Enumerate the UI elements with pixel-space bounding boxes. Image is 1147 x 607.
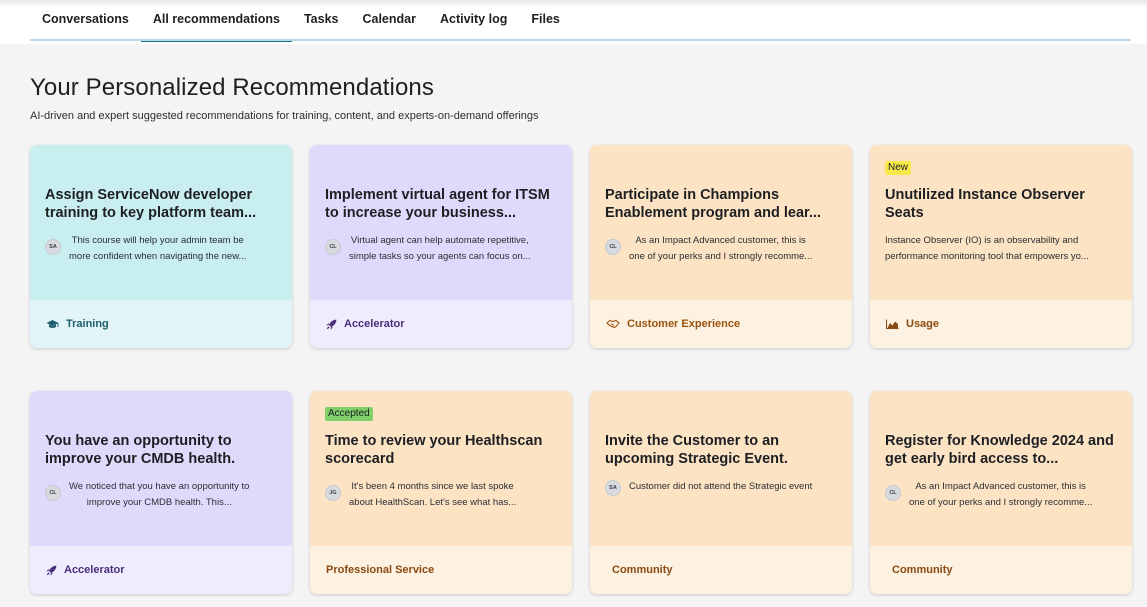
card-category-label: Accelerator xyxy=(64,564,125,576)
tab-all-recommendations[interactable]: All recommendations xyxy=(140,0,293,42)
card-content: Participate in Champions Enablement prog… xyxy=(590,145,852,300)
tab-bar: Conversations All recommendations Tasks … xyxy=(30,0,572,42)
tab-tasks[interactable]: Tasks xyxy=(292,0,351,42)
card-body: Instance Observer (IO) is an observabili… xyxy=(885,233,1123,265)
graduation-cap-icon xyxy=(46,319,59,330)
tab-files[interactable]: Files xyxy=(519,0,572,42)
tabs-divider xyxy=(30,39,1131,41)
recommendation-card[interactable]: Assign ServiceNow developer training to … xyxy=(30,145,292,348)
rocket-icon xyxy=(326,319,337,330)
card-title: Participate in Champions Enablement prog… xyxy=(605,187,821,221)
card-description: As an Impact Advanced customer, this is … xyxy=(909,481,1093,508)
card-title: Time to review your Healthscan scorecard xyxy=(325,433,543,467)
card-category: Community xyxy=(870,546,1132,594)
recommendation-card[interactable]: New Unutilized Instance Observer Seats I… xyxy=(870,145,1132,348)
card-content: You have an opportunity to improve your … xyxy=(30,391,292,546)
card-body: JG It's been 4 months since we last spok… xyxy=(325,479,563,511)
recommendation-card[interactable]: Invite the Customer to an upcoming Strat… xyxy=(590,391,852,594)
card-category: Usage xyxy=(870,300,1132,348)
card-body: SA This course will help your admin team… xyxy=(45,233,283,265)
recommendation-card[interactable]: You have an opportunity to improve your … xyxy=(30,391,292,594)
avatar: CL xyxy=(325,239,341,255)
card-title: Invite the Customer to an upcoming Strat… xyxy=(605,433,788,467)
card-title: You have an opportunity to improve your … xyxy=(45,433,236,467)
avatar: CL xyxy=(885,485,901,501)
card-title: Register for Knowledge 2024 and get earl… xyxy=(885,433,1114,467)
rocket-icon xyxy=(46,565,57,576)
card-content: Accepted Time to review your Healthscan … xyxy=(310,391,572,546)
card-category: Customer Experience xyxy=(590,300,852,348)
avatar: SA xyxy=(45,239,61,255)
card-body: SA Customer did not attend the Strategic… xyxy=(605,479,843,496)
card-category: Community xyxy=(590,546,852,594)
page-title: Your Personalized Recommendations xyxy=(30,74,434,101)
card-content: New Unutilized Instance Observer Seats I… xyxy=(870,145,1132,300)
recommendation-card[interactable]: Accepted Time to review your Healthscan … xyxy=(310,391,572,594)
card-category: Accelerator xyxy=(310,300,572,348)
card-description: Virtual agent can help automate repetiti… xyxy=(349,235,531,262)
card-category: Accelerator xyxy=(30,546,292,594)
avatar: JG xyxy=(325,485,341,501)
status-badge-new: New xyxy=(885,161,912,175)
card-category: Professional Service xyxy=(310,546,572,594)
recommendation-card[interactable]: Implement virtual agent for ITSM to incr… xyxy=(310,145,572,348)
card-content: Invite the Customer to an upcoming Strat… xyxy=(590,391,852,546)
avatar: CL xyxy=(45,485,61,501)
card-content: Assign ServiceNow developer training to … xyxy=(30,145,292,300)
card-title: Unutilized Instance Observer Seats xyxy=(885,187,1085,221)
card-description: Instance Observer (IO) is an observabili… xyxy=(885,235,1089,262)
card-body: CL As an Impact Advanced customer, this … xyxy=(885,479,1123,511)
card-category-label: Professional Service xyxy=(326,564,435,576)
page-subtitle: AI-driven and expert suggested recommend… xyxy=(30,110,539,122)
card-category-label: Community xyxy=(612,564,673,576)
card-description: We noticed that you have an opportunity … xyxy=(69,481,250,508)
recommendation-card[interactable]: Participate in Champions Enablement prog… xyxy=(590,145,852,348)
card-category-label: Usage xyxy=(906,318,940,330)
tab-calendar[interactable]: Calendar xyxy=(350,0,428,42)
card-category-label: Community xyxy=(892,564,953,576)
card-body: CL We noticed that you have an opportuni… xyxy=(45,479,283,511)
card-body: CL Virtual agent can help automate repet… xyxy=(325,233,563,265)
card-description: It's been 4 months since we last spoke a… xyxy=(349,481,517,508)
card-title: Assign ServiceNow developer training to … xyxy=(45,187,257,221)
card-body: CL As an Impact Advanced customer, this … xyxy=(605,233,843,265)
card-content: Register for Knowledge 2024 and get earl… xyxy=(870,391,1132,546)
card-category-label: Customer Experience xyxy=(627,318,741,330)
tab-activity-log[interactable]: Activity log xyxy=(428,0,519,42)
card-content: Implement virtual agent for ITSM to incr… xyxy=(310,145,572,300)
card-description: As an Impact Advanced customer, this is … xyxy=(629,235,813,262)
recommendation-card[interactable]: Register for Knowledge 2024 and get earl… xyxy=(870,391,1132,594)
handshake-icon xyxy=(606,319,620,329)
card-title: Implement virtual agent for ITSM to incr… xyxy=(325,187,550,221)
avatar: CL xyxy=(605,239,621,255)
card-description: Customer did not attend the Strategic ev… xyxy=(629,481,813,492)
status-badge-accepted: Accepted xyxy=(325,407,373,421)
tab-conversations[interactable]: Conversations xyxy=(30,0,141,42)
card-category-label: Training xyxy=(66,318,109,330)
card-category-label: Accelerator xyxy=(344,318,405,330)
card-category: Training xyxy=(30,300,292,348)
avatar: SA xyxy=(605,480,621,496)
card-description: This course will help your admin team be… xyxy=(69,235,247,262)
area-chart-icon xyxy=(886,319,899,329)
